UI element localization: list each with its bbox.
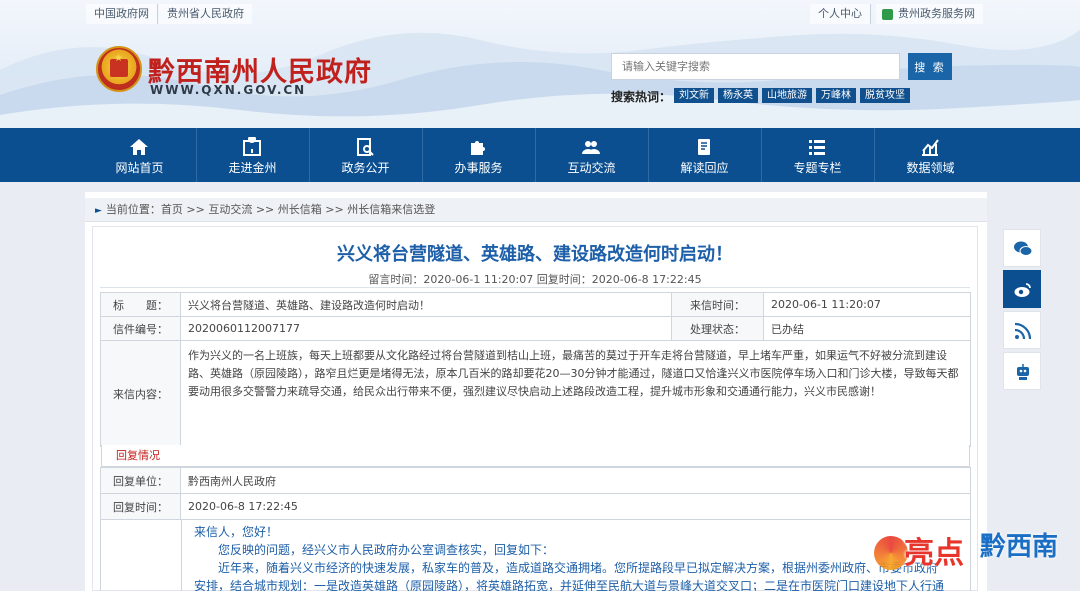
reply-paragraph: 近年来，随着兴义市经济的快速发展，私家车的普及，造成道路交通拥堵。您所提路段早已… <box>218 561 939 575</box>
nav-label: 解读回应 <box>680 161 729 175</box>
list-icon <box>809 140 825 155</box>
link-guizhou-service[interactable]: 贵州政务服务网 <box>876 4 983 24</box>
nav-label: 数据领域 <box>906 161 955 175</box>
national-emblem-icon: ★ <box>96 46 142 92</box>
search-doc-icon <box>357 138 374 156</box>
link-personal-center[interactable]: 个人中心 <box>810 4 871 24</box>
reply-paragraph: 您反映的问题，经兴义市人民政府办公室调查核实，回复如下： <box>218 543 555 557</box>
reply-unit-value: 黔西南州人民政府 <box>180 467 971 494</box>
sent-time-label: 来信时间： <box>671 292 764 317</box>
hot-words-label: 搜索热词： <box>611 90 672 104</box>
letter-content: 作为兴义的一名上班族，每天上班都要从文化路经过将台营隧道到桔山上班，最痛苦的莫过… <box>180 340 971 447</box>
content-label: 来信内容： <box>100 340 181 447</box>
robot-button[interactable] <box>1003 352 1041 390</box>
watermark-text: 亮点 <box>904 536 964 571</box>
nav-about[interactable]: 走进金州 <box>196 128 309 182</box>
search-input[interactable] <box>611 53 900 80</box>
page-title: 兴义将台营隧道、英雄路、建设路改造何时启动！ <box>337 244 733 265</box>
wechat-icon <box>1014 241 1033 256</box>
hot-word-tag[interactable]: 杨永英 <box>718 88 758 103</box>
hot-word-tag[interactable]: 万峰林 <box>816 88 856 103</box>
breadcrumb-text: 当前位置：首页 >> 互动交流 >> 州长信箱 >> 州长信箱来信选登 <box>105 203 436 216</box>
nav-label: 互动交流 <box>567 161 616 175</box>
rss-button[interactable] <box>1003 311 1041 349</box>
service-logo-icon <box>882 9 893 20</box>
reply-info-table: 回复单位： 黔西南州人民政府 回复时间： 2020-06-8 17:22:45 <box>100 467 971 520</box>
nav-interaction[interactable]: 互动交流 <box>535 128 648 182</box>
reply-paragraph: 安排，结合城市规划：一是改造英雄路（原园陵路），将英雄路拓宽，并延伸至民航大道与… <box>194 579 945 591</box>
divider <box>100 287 970 288</box>
document-icon <box>698 139 710 155</box>
nav-topics[interactable]: 专题专栏 <box>761 128 874 182</box>
breadcrumb: ► 当前位置：首页 >> 互动交流 >> 州长信箱 >> 州长信箱来信选登 <box>85 198 987 222</box>
robot-icon <box>1017 364 1029 380</box>
status-label: 处理状态： <box>671 316 764 341</box>
wechat-button[interactable] <box>1003 229 1041 267</box>
nav-label: 政务公开 <box>341 161 390 175</box>
reply-unit-label: 回复单位： <box>100 467 181 494</box>
weibo-button[interactable] <box>1003 270 1041 308</box>
main-nav: 网站首页 走进金州 政务公开 办事服务 互动交流 解读回应 专题专栏 数据领域 <box>0 128 1080 182</box>
nav-services[interactable]: 办事服务 <box>422 128 535 182</box>
nav-label: 走进金州 <box>228 161 277 175</box>
hot-word-tag[interactable]: 刘文新 <box>674 88 714 103</box>
status-badge: 已办结 <box>763 316 971 341</box>
chart-icon <box>922 139 939 156</box>
puzzle-icon <box>471 141 485 155</box>
reply-time-value: 2020-06-8 17:22:45 <box>180 493 971 520</box>
top-bar: 中国政府网 贵州省人民政府 个人中心 贵州政务服务网 <box>0 0 1080 28</box>
nav-label: 办事服务 <box>454 161 503 175</box>
map-pin-icon <box>243 137 261 156</box>
reply-heading: 回复情况 <box>101 445 970 467</box>
letter-id-label: 信件编号： <box>100 316 181 341</box>
link-guizhou-service-label: 贵州政务服务网 <box>898 7 975 20</box>
title-label: 标 题： <box>100 292 181 317</box>
reply-label-cell <box>100 519 181 591</box>
letter-info-table: 标 题： 兴义将台营隧道、英雄路、建设路改造何时启动！ 来信时间： 2020-0… <box>100 292 971 447</box>
site-url: WWW.QXN.GOV.CN <box>150 83 307 97</box>
sent-time-value: 2020-06-1 11:20:07 <box>763 292 971 317</box>
article-time: 留言时间：2020-06-1 11:20:07 回复时间：2020-06-8 1… <box>368 273 702 286</box>
link-guizhou-gov[interactable]: 贵州省人民政府 <box>159 4 252 24</box>
letter-id-value: 2020060112007177 <box>180 316 672 341</box>
hot-word-tag[interactable]: 脱贫攻坚 <box>860 88 910 103</box>
watermark-swirl-icon <box>874 536 908 570</box>
rss-icon <box>1014 322 1032 340</box>
nav-data[interactable]: 数据领域 <box>874 128 987 182</box>
home-icon <box>130 139 148 155</box>
people-icon <box>582 141 600 154</box>
site-header: 中国政府网 贵州省人民政府 个人中心 贵州政务服务网 ★ 黔西南州人民政府 WW… <box>0 0 1080 128</box>
nav-label: 专题专栏 <box>793 161 842 175</box>
nav-label: 网站首页 <box>115 161 164 175</box>
nav-gov-affairs[interactable]: 政务公开 <box>309 128 422 182</box>
reply-time-label: 回复时间： <box>100 493 181 520</box>
weibo-icon <box>1014 283 1031 297</box>
search-button[interactable]: 搜 索 <box>908 53 952 80</box>
reply-greeting: 来信人，您好！ <box>194 525 279 539</box>
reply-content: 来信人，您好！ 您反映的问题，经兴义市人民政府办公室调查核实，回复如下： 近年来… <box>181 519 971 591</box>
watermark-logo: 亮点 黔西南 <box>868 524 1074 586</box>
watermark-text: 黔西南 <box>980 532 1059 562</box>
title-value: 兴义将台营隧道、英雄路、建设路改造何时启动！ <box>180 292 672 317</box>
nav-home[interactable]: 网站首页 <box>83 128 196 182</box>
link-china-gov[interactable]: 中国政府网 <box>86 4 158 24</box>
hot-words-list: 刘文新 杨永英 山地旅游 万峰林 脱贫攻坚 <box>674 88 910 103</box>
breadcrumb-arrow-icon: ► <box>95 206 102 216</box>
nav-interpretation[interactable]: 解读回应 <box>648 128 761 182</box>
hot-word-tag[interactable]: 山地旅游 <box>762 88 812 103</box>
